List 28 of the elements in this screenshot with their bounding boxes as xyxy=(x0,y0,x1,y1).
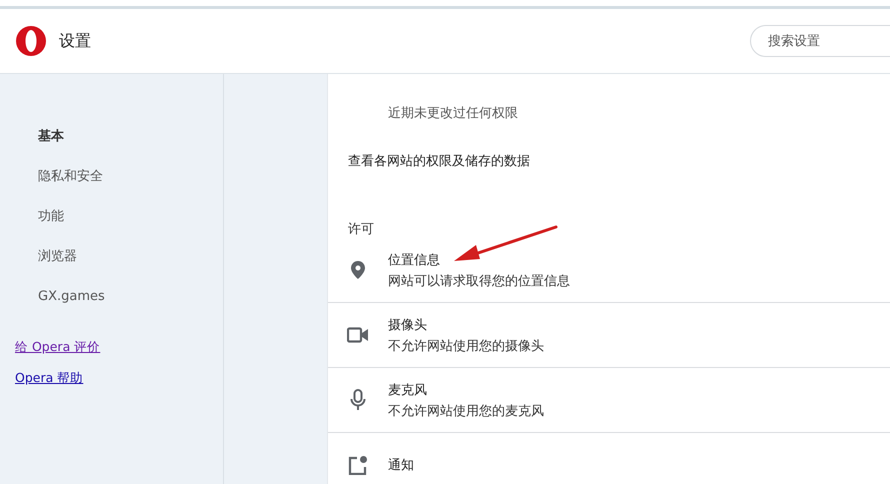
section-heading: 许可 xyxy=(347,221,375,238)
search-field[interactable]: 搜索设置 xyxy=(750,25,890,57)
sidebar-item[interactable]: 基本 xyxy=(0,117,223,157)
page-title: 设置 xyxy=(59,30,91,52)
sidebar-item[interactable]: GX.games xyxy=(0,277,223,317)
site-data-link[interactable]: 查看各网站的权限及储存的数据 xyxy=(328,152,890,170)
opera-logo-icon xyxy=(15,25,47,57)
sidebar-item[interactable]: 隐私和安全 xyxy=(0,157,223,197)
permission-title: 麦克风 xyxy=(388,382,428,398)
sidebar-item[interactable]: 功能 xyxy=(0,197,223,237)
permission-description: 网站可以请求取得您的位置信息 xyxy=(388,272,570,290)
permission-title: 摄像头 xyxy=(388,316,428,334)
permission-row[interactable]: 摄像头 不允许网站使用您的摄像头 xyxy=(328,302,890,367)
permission-description: 不允许网站使用您的麦克风 xyxy=(388,402,544,420)
permission-row[interactable]: 通知 xyxy=(328,432,890,484)
notification-icon xyxy=(348,455,368,475)
video-camera-icon xyxy=(347,327,369,343)
permission-row[interactable]: 位置信息 网站可以请求取得您的位置信息 xyxy=(328,238,890,302)
sidebar-link[interactable]: 给 Opera 评价 xyxy=(15,339,100,356)
sidebar-item[interactable]: 浏览器 xyxy=(0,237,223,277)
permission-title: 通知 xyxy=(388,457,414,474)
permission-title: 位置信息 xyxy=(388,252,441,268)
location-pin-icon xyxy=(351,261,365,279)
permission-row[interactable]: 麦克风 不允许网站使用您的麦克风 xyxy=(328,367,890,432)
sidebar-link[interactable]: Opera 帮助 xyxy=(15,370,84,387)
recent-permissions-note: 近期未更改过任何权限 xyxy=(387,105,519,122)
microphone-icon xyxy=(350,389,366,411)
permission-description: 不允许网站使用您的摄像头 xyxy=(388,338,544,354)
